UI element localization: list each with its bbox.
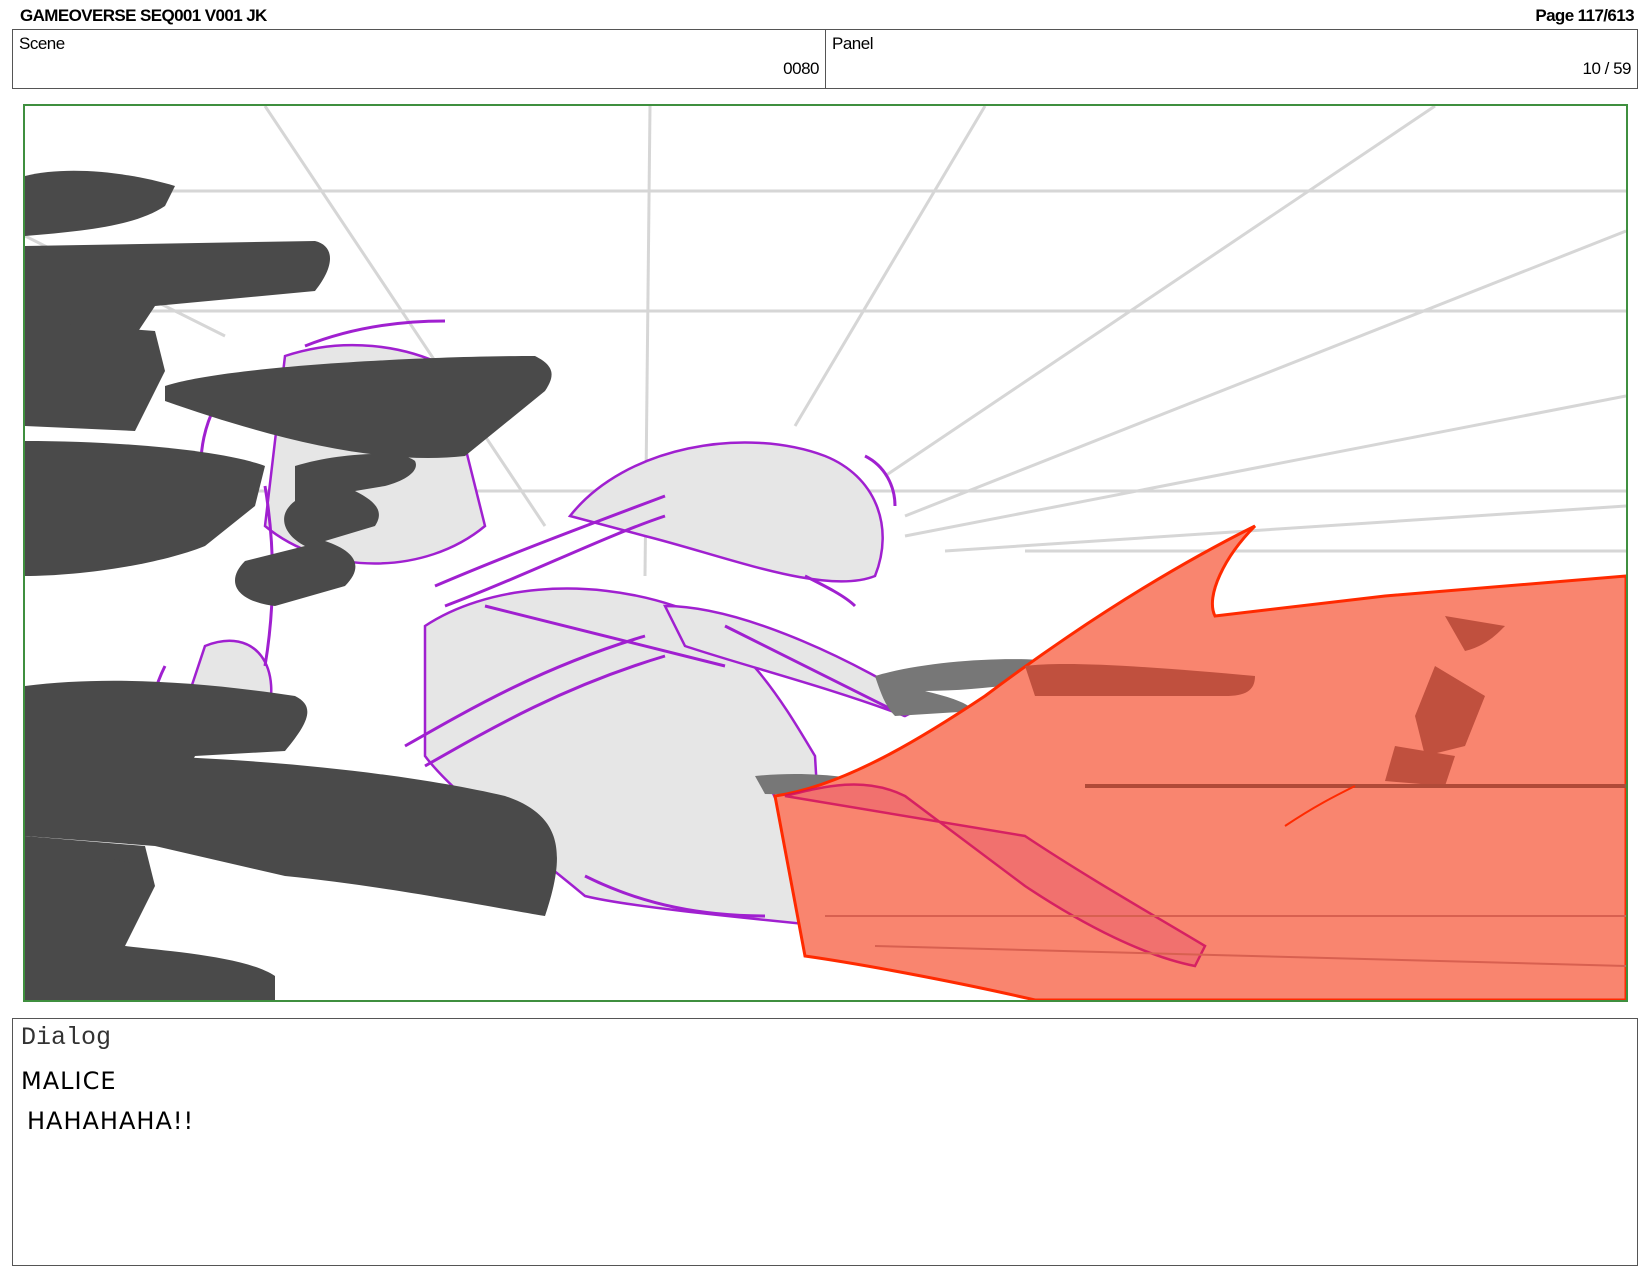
panel-cell: Panel 10 / 59 (826, 30, 1637, 88)
document-title: GAMEOVERSE SEQ001 V001 JK (20, 6, 267, 25)
panel-number: 10 / 59 (1582, 59, 1632, 78)
dark-foreground-shapes (25, 170, 557, 1000)
scene-number: 0080 (783, 59, 819, 78)
storyboard-panel (23, 104, 1628, 1002)
panel-label: Panel (832, 34, 873, 53)
scene-cell: Scene 0080 (13, 30, 826, 88)
page-number: Page 117/613 (1535, 6, 1634, 25)
dialog-line: HAHAHAHA!! (27, 1107, 195, 1135)
red-shape (773, 524, 1626, 1000)
dialog-box: Dialog MALICE HAHAHAHA!! (12, 1018, 1638, 1266)
scene-panel-info: Scene 0080 Panel 10 / 59 (12, 29, 1638, 89)
dialog-speaker: MALICE (21, 1067, 117, 1095)
scene-label: Scene (19, 34, 65, 53)
storyboard-drawing (25, 106, 1626, 1000)
dialog-label: Dialog (21, 1023, 112, 1052)
